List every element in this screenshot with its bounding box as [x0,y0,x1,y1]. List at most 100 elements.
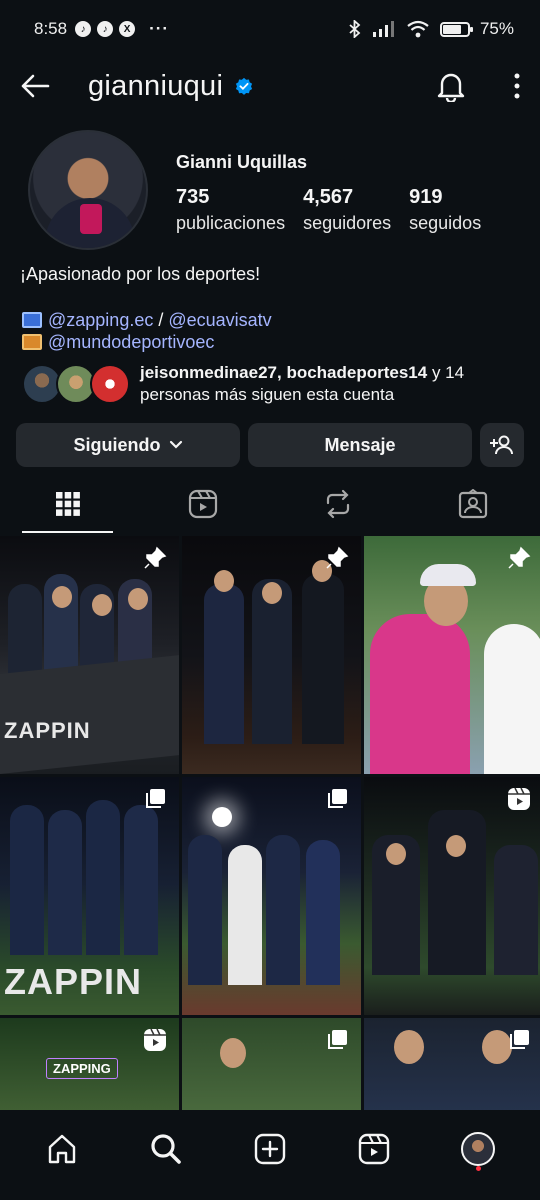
photo-person [86,800,120,955]
profile-stats: 735 publicaciones 4,567 seguidores 919 s… [176,186,499,234]
search-icon [151,1134,181,1164]
post-tile[interactable] [364,777,540,1015]
display-name: Gianni Uquillas [176,152,308,172]
followed-by[interactable]: jeisonmedinae27, bochadeportes14 y 14 pe… [22,360,522,408]
tab-posts[interactable] [0,475,135,533]
tab-reposts[interactable] [270,475,405,533]
battery-icon [439,21,473,37]
post-tile[interactable] [364,536,540,774]
photo-face [220,1038,246,1068]
more-options-icon[interactable] [514,73,520,99]
photo-face [446,835,466,857]
mention-ecuavisa[interactable]: @ecuavisatv [168,310,271,330]
photo-face [262,582,282,604]
follower-avatar [90,364,130,404]
create-post-icon [254,1133,286,1165]
tv-icon [22,312,42,328]
nav-reels[interactable] [344,1119,404,1179]
stat-value: 919 [409,186,443,208]
reels-icon [358,1133,390,1165]
nav-search[interactable] [136,1119,196,1179]
tab-reels[interactable] [135,475,270,533]
avatar-microphone [80,204,102,234]
profile-actions: Siguiendo Mensaje [16,423,524,467]
stat-following[interactable]: 919 seguidos [409,186,481,234]
post-tile[interactable] [182,777,361,1015]
reel-icon [144,1028,166,1051]
status-time: 8:58 [34,19,68,38]
stat-value: 4,567 [303,186,354,208]
photo-face [394,1030,424,1064]
photo-person [10,805,44,955]
grid-icon [55,492,80,516]
stat-label: seguidos [409,213,482,233]
photo-person [124,805,158,955]
battery-percent: 75% [479,19,514,38]
photo-person [48,810,82,955]
add-person-icon [490,435,513,455]
photo-person [204,584,244,744]
post-tile[interactable]: ZAPPIN [0,536,179,774]
carousel-icon [328,1030,347,1049]
photo-person [228,845,262,985]
mention-mundodeportivo[interactable]: @mundodeportivoec [48,331,214,353]
wifi-icon [407,20,429,38]
notification-dot [476,1166,481,1171]
stat-value: 735 [176,186,210,208]
mention-zapping[interactable]: @zapping.ec [48,310,153,330]
stat-label: publicaciones [176,213,286,233]
pin-icon [508,546,531,569]
following-button[interactable]: Siguiendo [16,423,240,467]
photo-banner [0,655,179,774]
tagged-icon [458,489,487,519]
post-tile[interactable]: ZAPPIN [0,777,179,1015]
profile-avatar[interactable] [28,130,148,250]
photo-person [306,840,340,985]
tiktok-notification-icon-2: ♪ [97,21,114,37]
profile-summary: Gianni Uquillas 735 publicaciones 4,567 … [28,130,528,260]
nav-home[interactable] [32,1119,92,1179]
carousel-icon [146,789,165,808]
message-button[interactable]: Mensaje [248,423,472,467]
back-button[interactable] [20,69,54,103]
photo-cap [420,564,476,586]
followed-by-count: y 14 [427,363,465,382]
signal-icon [372,21,394,37]
bottom-navigation [0,1110,540,1200]
stat-followers[interactable]: 4,567 seguidores [303,186,391,234]
arrow-left-icon [21,74,50,98]
stat-posts[interactable]: 735 publicaciones [176,186,285,234]
photo-person [370,614,470,774]
bio-links: @zapping.ec / @ecuavisatv @mundodeportiv… [22,309,522,353]
suggest-people-button[interactable] [480,423,524,467]
pin-icon [326,546,349,569]
stat-label: seguidores [303,213,392,233]
x-notification-icon: X [119,21,136,37]
carousel-icon [328,789,347,808]
photo-face [52,586,72,608]
follower-avatars [22,362,136,406]
followed-by-names: jeisonmedinae27, bochadeportes14 [140,363,428,382]
repost-icon [326,489,349,519]
photo-face [214,570,234,592]
tab-tagged[interactable] [405,475,540,533]
home-icon [48,1134,76,1164]
chevron-down-icon [169,440,182,449]
photo-stadium-light [212,807,232,827]
photo-person [302,574,344,744]
bio-line-radio: @mundodeportivoec [22,331,522,353]
nav-create[interactable] [240,1119,300,1179]
photo-face [128,588,148,610]
tiktok-notification-icon: ♪ [75,21,92,37]
followed-by-suffix: personas más siguen esta cuenta [140,385,395,404]
photo-wordmark: ZAPPIN [4,961,143,1002]
photo-person [494,845,538,975]
posts-grid: ZAPPIN ZAPPIN ZAPPING [0,536,540,1200]
more-notifications-icon: ··· [149,19,170,38]
bio-line-tv: @zapping.ec / @ecuavisatv [22,309,522,331]
mention-separator: / [153,310,169,330]
bell-icon[interactable] [436,70,466,102]
nav-profile[interactable] [448,1119,508,1179]
photo-face [386,843,406,865]
post-tile[interactable] [182,536,361,774]
